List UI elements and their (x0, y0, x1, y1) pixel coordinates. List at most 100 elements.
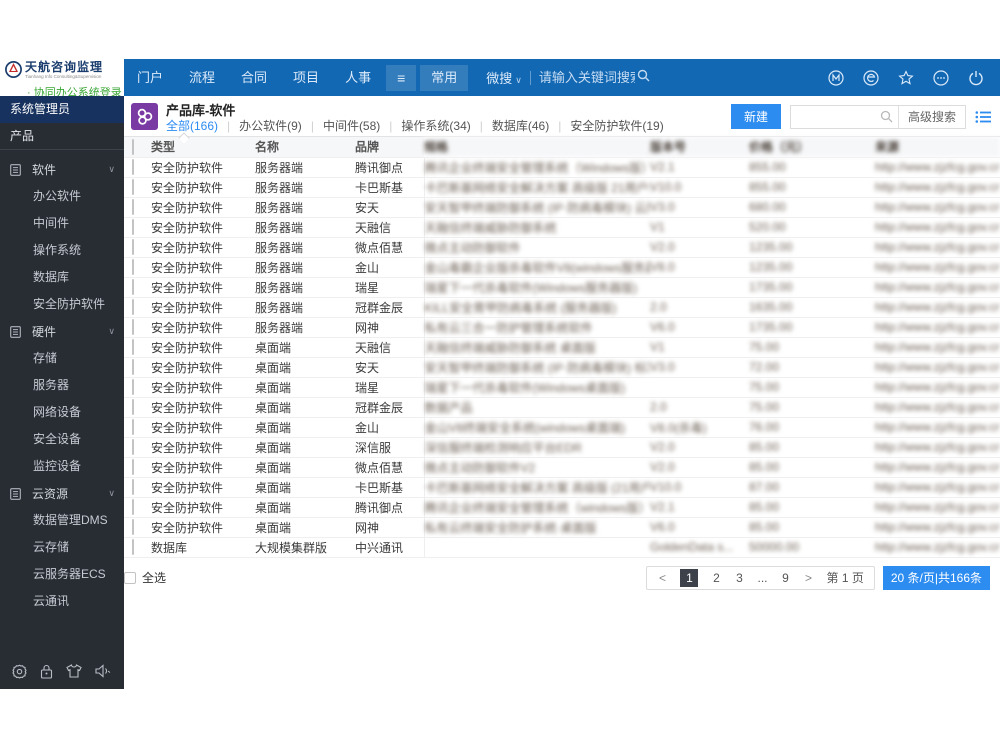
search-icon[interactable] (637, 69, 650, 87)
nav-item-合同[interactable]: 合同 (228, 59, 280, 96)
table-row: 安全防护软件 桌面端 安天 安天智甲终端防御系统 (IP·防病毒模块) 标准 V3.0 7… (124, 357, 1000, 378)
per-page-badge[interactable]: 20 条/页|共166条 (882, 565, 990, 590)
page-button-3[interactable]: 3 (734, 571, 744, 585)
page-button-...[interactable]: ... (757, 571, 767, 585)
more-ellipsis-icon[interactable] (933, 69, 949, 86)
tree-item-安全防护软件[interactable]: 安全防护软件 (0, 291, 124, 318)
lock-icon[interactable] (40, 664, 53, 679)
select-all-checkbox[interactable] (124, 571, 136, 584)
row-checkbox[interactable] (132, 459, 134, 475)
row-checkbox[interactable] (132, 259, 134, 275)
message-e-icon[interactable] (863, 69, 879, 86)
row-checkbox[interactable] (132, 199, 134, 215)
cell-2: 服务器端 (255, 257, 355, 278)
nav-item-流程[interactable]: 流程 (176, 59, 228, 96)
row-checkbox[interactable] (132, 539, 134, 555)
cell-7: http://www.zjzfcg.gov.cn/jyg/ (875, 156, 1000, 178)
row-checkbox[interactable] (132, 399, 134, 415)
row-checkbox[interactable] (132, 439, 134, 455)
cell-3: 瑞星 (355, 277, 425, 298)
power-icon[interactable] (968, 70, 984, 86)
theme-shirt-icon[interactable] (66, 664, 82, 678)
tab-中间件(58)[interactable]: 中间件(58) (323, 117, 380, 134)
new-button[interactable]: 新建 (730, 104, 781, 129)
tab-办公软件(9)[interactable]: 办公软件(9) (239, 117, 302, 134)
settings-gear-icon[interactable] (12, 664, 28, 679)
nav-frequent[interactable]: 常用 (420, 64, 469, 91)
tree-parent-云资源[interactable]: 云资源 ∨ (0, 480, 124, 507)
search-scope-dropdown[interactable]: 微搜 ∨ (486, 68, 522, 87)
tab-全部(166)[interactable]: 全部(166) (166, 117, 218, 134)
row-checkbox[interactable] (132, 179, 134, 195)
search-icon[interactable] (875, 110, 898, 123)
row-checkbox[interactable] (132, 419, 134, 435)
page-button-2[interactable]: 2 (711, 571, 721, 585)
row-checkbox[interactable] (132, 479, 134, 495)
table-search-input[interactable] (790, 105, 875, 128)
row-checkbox[interactable] (132, 339, 134, 355)
nav-menu-toggle[interactable]: ≡ (386, 64, 417, 91)
m-circle-icon[interactable] (828, 69, 844, 86)
tree-parent-硬件[interactable]: 硬件 ∨ (0, 318, 124, 345)
table-row: 安全防护软件 服务器端 天融信 天融信终端威胁防御系统 V1 520.00 http://w… (124, 217, 1000, 238)
hamburger-icon: ≡ (397, 69, 406, 86)
tab-安全防护软件(19)[interactable]: 安全防护软件(19) (570, 117, 663, 134)
header-checkbox[interactable] (132, 138, 134, 155)
tree-item-云通讯[interactable]: 云通讯 (0, 588, 124, 615)
cell-3: 腾讯御点 (355, 156, 425, 178)
table-row: 安全防护软件 桌面端 微点佰慧 微点主动防御软件V2 V2.0 85.00 http://w… (124, 457, 1000, 478)
top-nav: 门户 流程 合同 项目 人事 (124, 59, 384, 96)
cell-3: 天融信 (355, 217, 425, 238)
row-checkbox[interactable] (132, 239, 134, 255)
column-settings-icon[interactable] (975, 110, 991, 124)
sidebar-section-product[interactable]: 产品 (0, 123, 124, 150)
chevron-down-icon: ∨ (108, 326, 115, 336)
favorites-star-icon[interactable] (898, 69, 914, 86)
global-search-input[interactable] (538, 70, 635, 85)
cell-1: 安全防护软件 (151, 277, 255, 298)
cell-6: 75.00 (749, 377, 875, 398)
cell-3: 腾讯御点 (355, 497, 425, 518)
row-checkbox[interactable] (132, 519, 134, 535)
cell-6: 1735.00 (749, 317, 875, 338)
nav-item-项目[interactable]: 项目 (280, 59, 332, 96)
document-icon (10, 487, 21, 500)
nav-item-人事[interactable]: 人事 (332, 59, 384, 96)
row-checkbox[interactable] (132, 359, 134, 375)
tab-数据库(46)[interactable]: 数据库(46) (492, 117, 549, 134)
cell-6: 85.00 (749, 457, 875, 478)
tree-item-存储[interactable]: 存储 (0, 345, 124, 372)
tree-item-数据管理DMS[interactable]: 数据管理DMS (0, 507, 124, 534)
tree-parent-软件[interactable]: 软件 ∨ (0, 156, 124, 183)
page-button-9[interactable]: 9 (781, 571, 791, 585)
row-checkbox[interactable] (132, 159, 134, 175)
tree-item-云服务器ECS[interactable]: 云服务器ECS (0, 561, 124, 588)
tree-item-数据库[interactable]: 数据库 (0, 264, 124, 291)
tree-item-云存储[interactable]: 云存储 (0, 534, 124, 561)
row-checkbox[interactable] (132, 219, 134, 235)
tree-item-服务器[interactable]: 服务器 (0, 372, 124, 399)
page-button-1[interactable]: 1 (680, 568, 699, 587)
tree-item-操作系统[interactable]: 操作系统 (0, 237, 124, 264)
cell-4: 私有云三合一防护管理系统软件 (424, 317, 650, 338)
tree-item-办公软件[interactable]: 办公软件 (0, 183, 124, 210)
tree-item-安全设备[interactable]: 安全设备 (0, 426, 124, 453)
cell-6: 520.00 (749, 217, 875, 238)
table-row: 安全防护软件服务器端卡巴斯基卡巴斯基网络安全解决方案 高级版 21用户续费16·… (124, 177, 1000, 198)
row-checkbox[interactable] (132, 499, 134, 515)
row-checkbox[interactable] (132, 379, 134, 395)
next-page-button[interactable]: > (804, 571, 814, 585)
cell-5 (650, 277, 749, 298)
tree-item-监控设备[interactable]: 监控设备 (0, 453, 124, 480)
tree-item-网络设备[interactable]: 网络设备 (0, 399, 124, 426)
row-checkbox[interactable] (132, 319, 134, 335)
row-checkbox[interactable] (132, 299, 134, 315)
row-checkbox[interactable] (132, 279, 134, 295)
tab-操作系统(34)[interactable]: 操作系统(34) (401, 117, 470, 134)
sound-icon[interactable] (95, 664, 112, 678)
advanced-search-button[interactable]: 高级搜索 (897, 105, 965, 128)
prev-page-button[interactable]: < (657, 571, 667, 585)
nav-item-门户[interactable]: 门户 (124, 59, 176, 96)
app-window: 天航咨询监理 Tianhang Info Consulting&Supervis… (0, 59, 1000, 689)
tree-item-中间件[interactable]: 中间件 (0, 210, 124, 237)
